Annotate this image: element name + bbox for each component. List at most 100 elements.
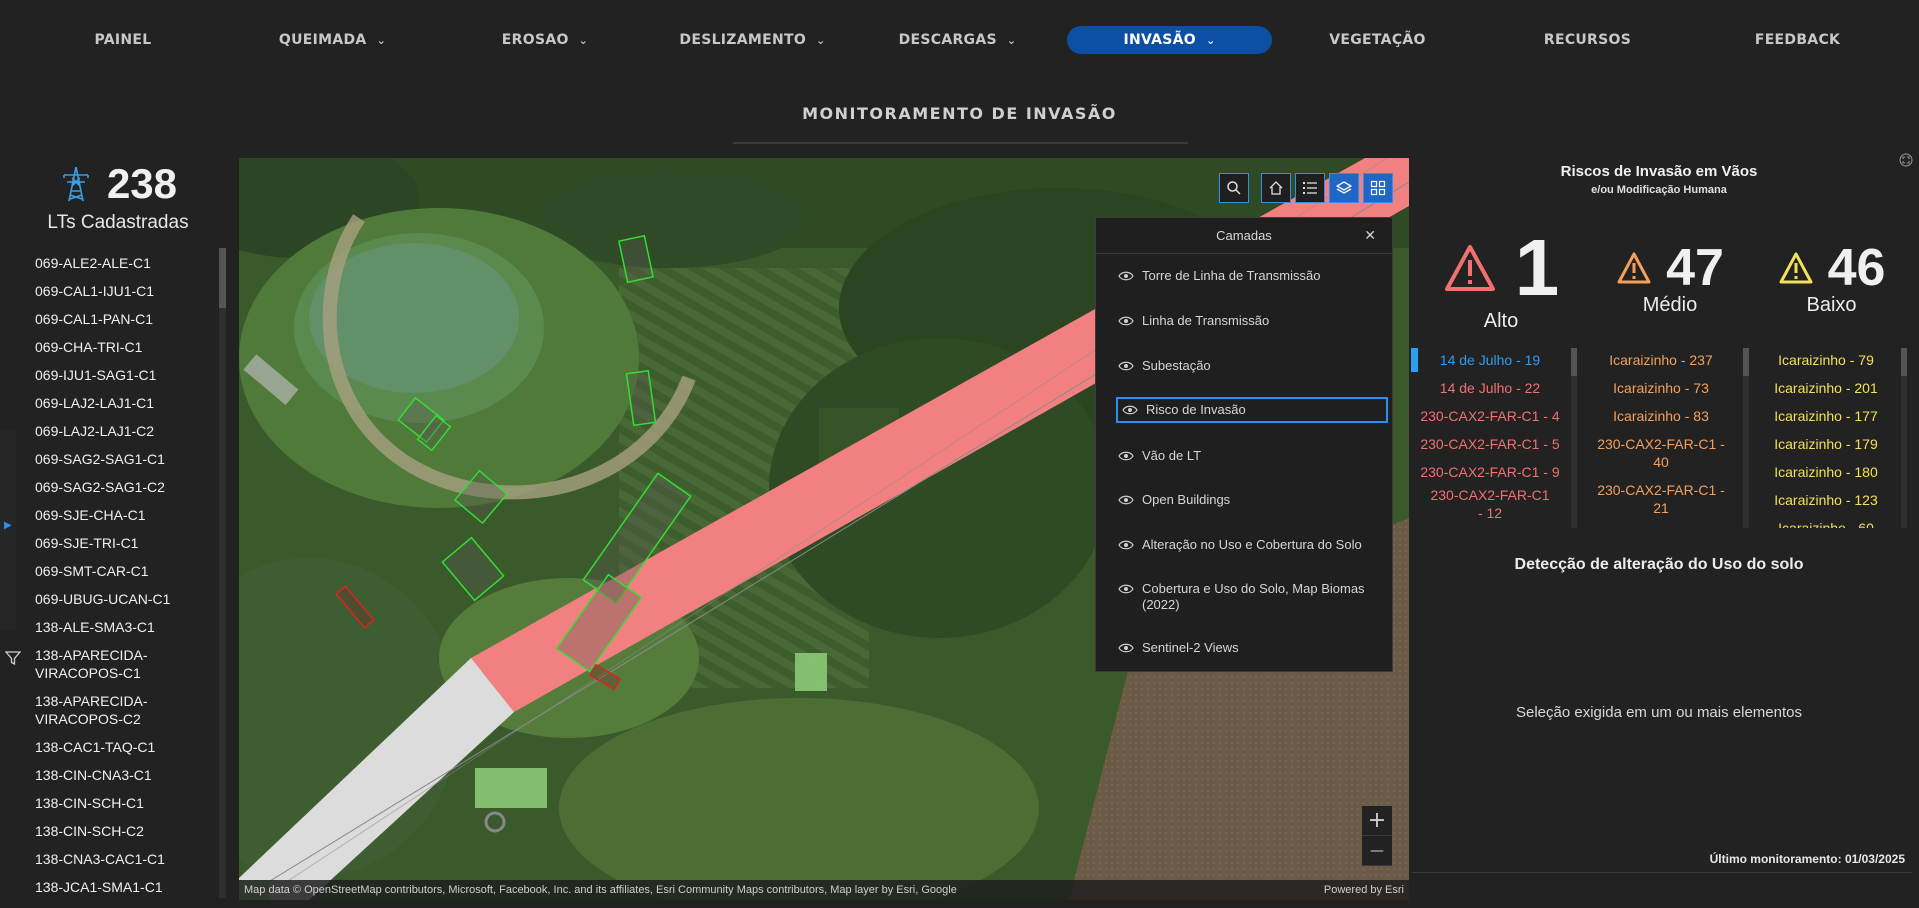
list-item[interactable]: Icaraizinho - 83	[1590, 402, 1732, 430]
list-item[interactable]: 138-ALE-SMA3-C1	[35, 613, 215, 641]
list-item[interactable]: 069-SJE-CHA-C1	[35, 501, 215, 529]
list-item[interactable]: 230-CAX2-FAR-C1 - 4	[1420, 402, 1560, 430]
alto-scrollbar[interactable]	[1571, 348, 1577, 528]
map-legend-button[interactable]	[1295, 173, 1325, 203]
nav-feedback[interactable]: FEEDBACK	[1750, 26, 1845, 54]
list-item[interactable]: 069-ALE2-ALE-C1	[35, 249, 215, 277]
list-item[interactable]: 138-JCA1-SMA1-C1	[35, 873, 215, 894]
map-view[interactable]: Camadas ✕ Torre de Linha de Transmissão …	[239, 158, 1409, 900]
zoom-out-button[interactable]: —	[1362, 836, 1392, 866]
chevron-down-icon: ⌄	[578, 33, 589, 47]
layer-item[interactable]: Vão de LT	[1118, 448, 1380, 464]
layer-item[interactable]: Torre de Linha de Transmissão	[1118, 268, 1380, 284]
nav-recursos[interactable]: RECURSOS	[1540, 26, 1635, 54]
list-item[interactable]: 069-IJU1-SAG1-C1	[35, 361, 215, 389]
list-item[interactable]: 138-CIN-SCH-C1	[35, 789, 215, 817]
list-item[interactable]: 138-APARECIDA-VIRACOPOS-C1	[35, 641, 215, 687]
map-toolbar	[1219, 173, 1393, 203]
lt-count-card: 238 LTs Cadastradas	[0, 158, 236, 234]
risk-col-medio: 47 Médio	[1600, 228, 1740, 317]
eye-icon[interactable]	[1118, 270, 1134, 282]
list-item[interactable]: 14 de Julho - 19	[1420, 346, 1560, 374]
layer-item[interactable]: Sentinel-2 Views	[1118, 640, 1380, 656]
list-item[interactable]: 138-CIN-CNA3-C1	[35, 761, 215, 789]
list-item[interactable]: 230-CAX2-FAR-C1 - 5	[1420, 430, 1560, 458]
nav-vegetacao[interactable]: VEGETAÇÃO	[1325, 26, 1430, 54]
eye-icon[interactable]	[1118, 494, 1134, 506]
eye-icon[interactable]	[1118, 360, 1134, 372]
powered-by[interactable]: Powered by Esri	[1324, 884, 1404, 896]
baixo-scrollbar[interactable]	[1901, 348, 1907, 528]
list-item[interactable]: 230-CAX2-FAR-C1 - 21	[1590, 476, 1732, 522]
eye-icon[interactable]	[1118, 315, 1134, 327]
alert-triangle-icon	[1617, 252, 1651, 284]
list-item[interactable]: 069-SJE-TRI-C1	[35, 529, 215, 557]
list-item[interactable]: 230-CAX2-FAR-C1 - 12	[1420, 486, 1560, 522]
nav-erosao[interactable]: EROSAO ⌄	[490, 26, 600, 54]
list-item[interactable]: 138-CAC1-TAQ-C1	[35, 733, 215, 761]
eye-icon[interactable]	[1118, 642, 1134, 654]
nav-deslizamento[interactable]: DESLIZAMENTO ⌄	[675, 26, 830, 54]
layer-item[interactable]: Alteração no Uso e Cobertura do Solo	[1118, 537, 1380, 553]
layer-label: Torre de Linha de Transmissão	[1142, 268, 1321, 283]
eye-icon[interactable]	[1118, 450, 1134, 462]
nav-painel[interactable]: PAINEL	[80, 26, 166, 54]
scrollbar-thumb[interactable]	[1743, 348, 1749, 376]
medio-scrollbar[interactable]	[1743, 348, 1749, 528]
list-item[interactable]: Icaraizinho - 73	[1590, 374, 1732, 402]
eye-icon[interactable]	[1118, 539, 1134, 551]
map-search-button[interactable]	[1219, 173, 1249, 203]
list-item[interactable]: 230-CAX2-FAR-C1 - 9	[1420, 458, 1560, 486]
scrollbar-thumb[interactable]	[1571, 348, 1577, 376]
nav-queimada[interactable]: QUEIMADA ⌄	[270, 26, 395, 54]
list-item[interactable]: Icaraizinho - 179	[1760, 430, 1892, 458]
zoom-in-button[interactable]: +	[1362, 806, 1392, 836]
list-item[interactable]: 069-SAG2-SAG1-C2	[35, 473, 215, 501]
close-icon[interactable]: ✕	[1364, 227, 1376, 244]
nav-label: DESCARGAS	[898, 32, 997, 48]
list-item[interactable]: 069-CHA-TRI-C1	[35, 333, 215, 361]
map-layers-button[interactable]	[1329, 173, 1359, 203]
layer-item[interactable]: Cobertura e Uso do Solo, Map Biomas (202…	[1118, 581, 1380, 613]
list-item[interactable]: 138-CIN-SCH-C2	[35, 817, 215, 845]
layer-item[interactable]: Linha de Transmissão	[1118, 313, 1380, 329]
layers-panel-title: Camadas	[1216, 228, 1272, 243]
list-item[interactable]: 14 de Julho - 22	[1420, 374, 1560, 402]
eye-icon[interactable]	[1122, 404, 1138, 416]
list-item[interactable]: 069-LAJ2-LAJ1-C1	[35, 389, 215, 417]
scrollbar-thumb[interactable]	[219, 248, 226, 308]
list-item[interactable]: Icaraizinho - 237	[1590, 346, 1732, 374]
title-divider	[733, 142, 1188, 144]
list-icon	[1303, 182, 1317, 194]
list-item[interactable]: 069-LAJ2-LAJ1-C2	[35, 417, 215, 445]
map-basemap-button[interactable]	[1363, 173, 1393, 203]
list-item[interactable]: 138-APARECIDA-VIRACOPOS-C2	[35, 687, 215, 733]
list-item[interactable]: 069-CAL1-IJU1-C1	[35, 277, 215, 305]
eye-icon[interactable]	[1118, 583, 1134, 595]
lt-list-scrollbar[interactable]	[219, 248, 226, 898]
filter-icon[interactable]	[5, 650, 21, 666]
list-item[interactable]: 069-CAL1-PAN-C1	[35, 305, 215, 333]
list-item[interactable]: Icaraizinho - 201	[1760, 374, 1892, 402]
layer-item[interactable]: Subestação	[1118, 358, 1380, 374]
risk-count-medio: 47	[1666, 239, 1724, 297]
layer-item-focused[interactable]: Risco de Invasão	[1116, 397, 1388, 423]
list-item[interactable]: Icaraizinho - 79	[1760, 346, 1892, 374]
map-home-button[interactable]	[1261, 173, 1291, 203]
list-item[interactable]: Icaraizinho - 123	[1760, 486, 1892, 514]
expand-arrow-icon[interactable]: ▶	[4, 520, 12, 531]
nav-invasao[interactable]: INVASÃO ⌄	[1067, 26, 1272, 54]
list-item[interactable]: 069-SAG2-SAG1-C1	[35, 445, 215, 473]
list-item[interactable]: Icaraizinho - 60	[1760, 514, 1892, 528]
layer-item[interactable]: Open Buildings	[1118, 492, 1380, 508]
list-item[interactable]: 138-CNA3-CAC1-C1	[35, 845, 215, 873]
scrollbar-thumb[interactable]	[1901, 348, 1907, 376]
list-item[interactable]: 230-CAX2-FAR-C1 - 40	[1590, 430, 1732, 476]
list-item[interactable]: Icaraizinho - 177	[1760, 402, 1892, 430]
transmission-tower-icon	[63, 166, 89, 202]
list-item[interactable]: 069-SMT-CAR-C1	[35, 557, 215, 585]
nav-descargas[interactable]: DESCARGAS ⌄	[895, 26, 1020, 54]
list-item[interactable]: 069-UBUG-UCAN-C1	[35, 585, 215, 613]
risk-panel-title: Riscos de Invasão em Vãos	[1560, 163, 1758, 180]
list-item[interactable]: Icaraizinho - 180	[1760, 458, 1892, 486]
